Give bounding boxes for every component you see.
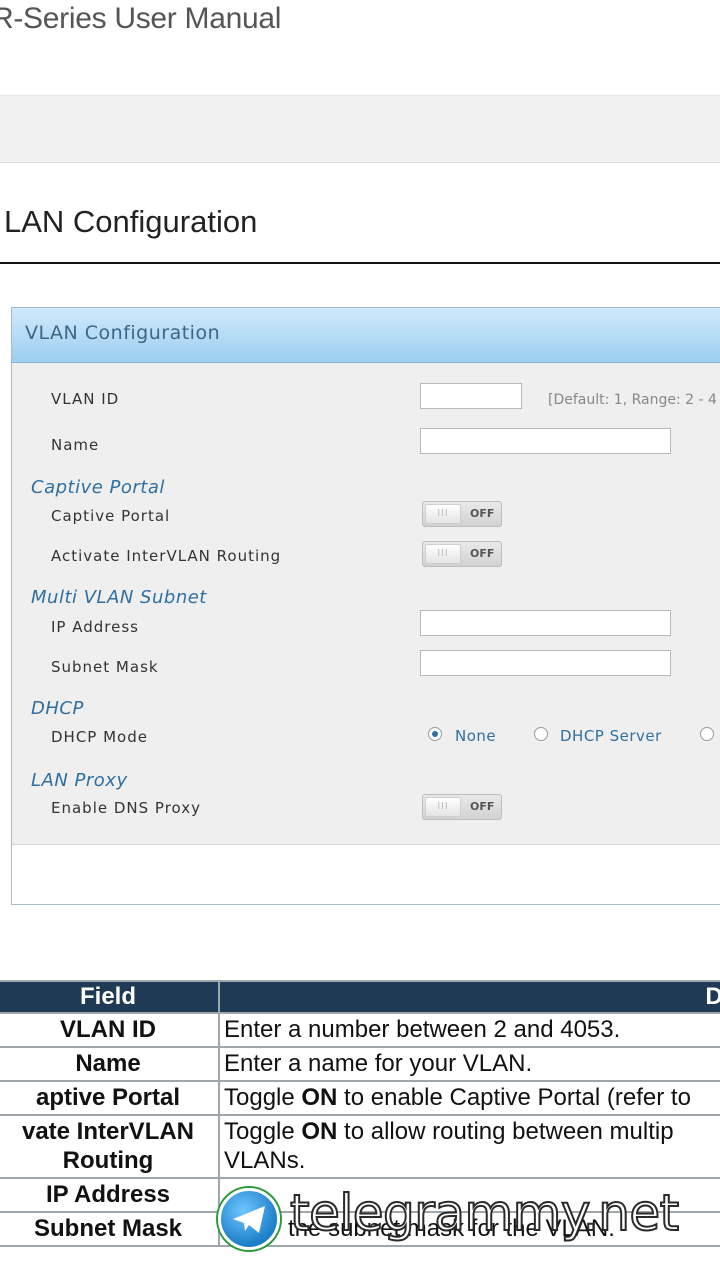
field-cell: IP Address <box>0 1177 220 1213</box>
subnet-mask-input[interactable] <box>420 650 671 676</box>
description-cell: Enter a name for your VLAN. <box>218 1046 720 1082</box>
vlan-id-hint: [Default: 1, Range: 2 - 4 <box>548 392 717 408</box>
description-text: Toggle <box>224 1118 302 1145</box>
paper-plane-icon <box>233 1206 265 1233</box>
toggle-knob: III <box>425 797 461 817</box>
panel-header: VLAN Configuration <box>12 308 720 363</box>
description-text: Enter a number between 2 and 4053. <box>224 1016 621 1043</box>
telegram-logo-icon <box>218 1188 280 1250</box>
watermark-text: telegrammy.net <box>289 1183 680 1243</box>
vlan-id-input[interactable] <box>420 383 522 409</box>
description-text: to enable Captive Portal (refer to <box>337 1084 691 1111</box>
toggle-state: OFF <box>470 547 495 560</box>
dhcp-none-radio[interactable] <box>428 727 442 741</box>
dhcp-server-label: DHCP Server <box>560 727 662 745</box>
name-input[interactable] <box>420 428 671 454</box>
table-row: Name Enter a name for your VLAN. <box>0 1046 720 1082</box>
dhcp-relay-radio[interactable] <box>700 727 714 741</box>
field-cell: Name <box>0 1046 220 1082</box>
table-row: aptive Portal Toggle ON to enable Captive… <box>0 1080 720 1116</box>
header-description: De <box>218 980 720 1014</box>
toggle-knob: III <box>425 544 461 564</box>
group-dhcp: DHCP <box>31 698 84 719</box>
section-heading: LAN Configuration <box>4 204 258 239</box>
dhcp-mode-label: DHCP Mode <box>51 728 148 746</box>
toggle-state: OFF <box>470 800 495 813</box>
name-label: Name <box>51 436 100 454</box>
dhcp-server-radio[interactable] <box>534 727 548 741</box>
header-band <box>0 95 720 163</box>
description-emphasis: ON <box>301 1118 338 1145</box>
captive-portal-label: Captive Portal <box>51 507 171 525</box>
subnet-mask-label: Subnet Mask <box>51 658 159 676</box>
group-multi-vlan-subnet: Multi VLAN Subnet <box>31 587 207 608</box>
description-cell: Toggle ON to enable Captive Portal (refe… <box>218 1080 720 1116</box>
dhcp-none-label: None <box>455 727 497 745</box>
vlan-id-label: VLAN ID <box>51 390 120 408</box>
toggle-knob: III <box>425 504 461 524</box>
watermark: telegrammy.net <box>218 1183 718 1256</box>
manual-title: R-Series User Manual <box>0 2 282 35</box>
ip-address-input[interactable] <box>420 610 671 636</box>
field-cell: aptive Portal <box>0 1080 220 1116</box>
table-header-row: Field De <box>0 980 720 1014</box>
panel-footer <box>12 844 720 904</box>
header-field: Field <box>0 980 220 1014</box>
dns-proxy-label: Enable DNS Proxy <box>51 799 202 817</box>
dns-proxy-toggle[interactable]: III OFF <box>422 794 502 820</box>
description-cell: Toggle ON to allow routing between multi… <box>218 1114 720 1179</box>
field-cell: vate InterVLAN Routing <box>0 1114 220 1179</box>
group-captive-portal: Captive Portal <box>31 477 165 498</box>
field-cell: VLAN ID <box>0 1012 220 1048</box>
description-emphasis: ON <box>301 1084 338 1111</box>
table-row: VLAN ID Enter a number between 2 and 4053… <box>0 1012 720 1048</box>
captive-portal-toggle[interactable]: III OFF <box>422 501 502 527</box>
toggle-state: OFF <box>470 507 495 520</box>
description-cell: Enter a number between 2 and 4053. <box>218 1012 720 1048</box>
panel-title: VLAN Configuration <box>25 322 221 344</box>
vlan-config-screenshot: VLAN Configuration VLAN ID [Default: 1, … <box>11 307 720 905</box>
intervlan-routing-label: Activate InterVLAN Routing <box>51 547 282 565</box>
intervlan-routing-toggle[interactable]: III OFF <box>422 541 502 567</box>
section-divider <box>0 262 720 264</box>
ip-address-label: IP Address <box>51 618 139 636</box>
description-text: Toggle <box>224 1084 302 1111</box>
group-lan-proxy: LAN Proxy <box>31 770 128 791</box>
table-row: vate InterVLAN Routing Toggle ON to allow… <box>0 1114 720 1179</box>
field-cell: Subnet Mask <box>0 1211 220 1247</box>
description-text: Enter a name for your VLAN. <box>224 1050 533 1077</box>
